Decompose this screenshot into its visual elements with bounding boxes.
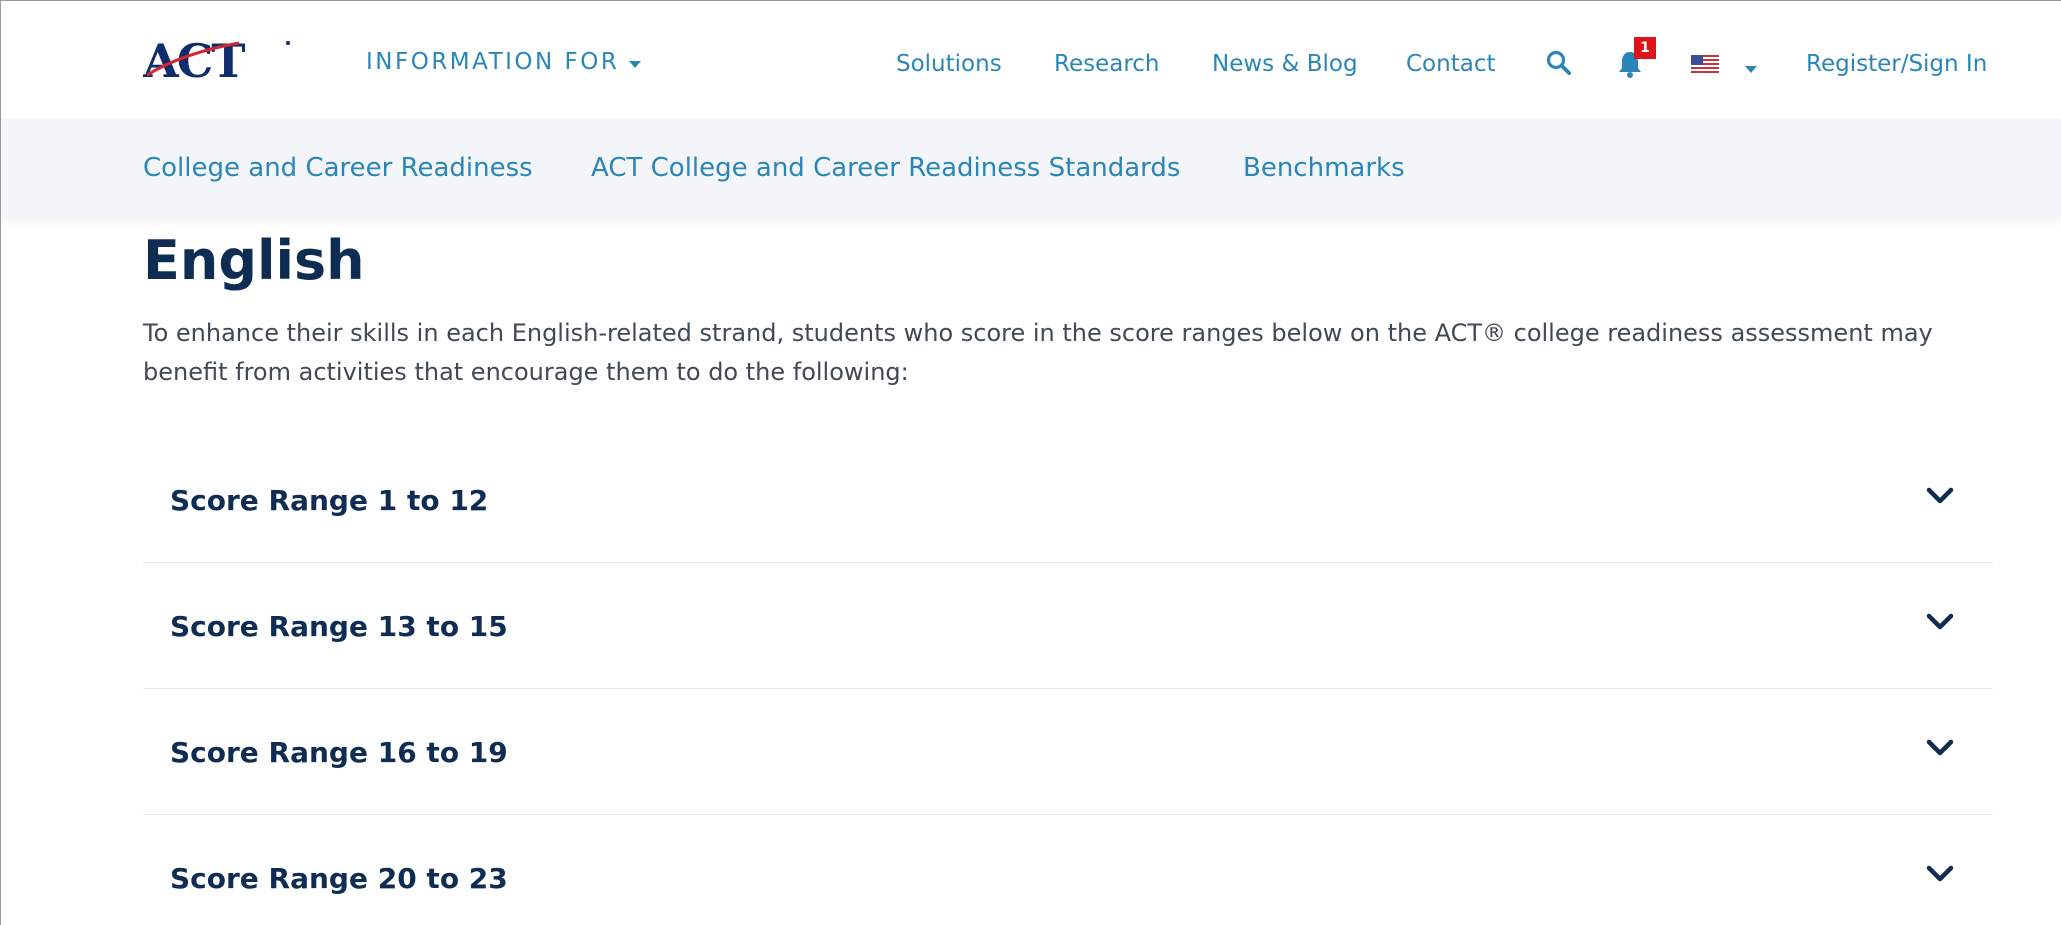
accordion-item-label: Score Range 1 to 12	[170, 484, 489, 517]
locale-chevron-down-icon[interactable]	[1745, 66, 1757, 73]
chevron-down-icon[interactable]	[1925, 737, 1955, 759]
accordion-item-score-range-1-12[interactable]: Score Range 1 to 12	[143, 437, 1993, 563]
chevron-down-icon[interactable]	[1925, 863, 1955, 885]
act-logo[interactable]: ACT	[143, 35, 293, 85]
chevron-down-icon[interactable]	[1925, 485, 1955, 507]
chevron-down-icon[interactable]	[1925, 611, 1955, 633]
accordion-item-score-range-16-19[interactable]: Score Range 16 to 19	[143, 689, 1993, 815]
nav-link-solutions[interactable]: Solutions	[896, 51, 1002, 77]
score-range-accordion: Score Range 1 to 12 Score Range 13 to 15…	[143, 437, 1993, 925]
sub-navigation: College and Career Readiness ACT College…	[1, 119, 2061, 215]
page: ACT INFORMATION FOR Solutions Research N…	[0, 0, 2061, 925]
top-navigation: ACT INFORMATION FOR Solutions Research N…	[1, 1, 2061, 119]
accordion-item-label: Score Range 16 to 19	[170, 736, 508, 769]
intro-paragraph: To enhance their skills in each English-…	[143, 319, 1933, 386]
subnav-link-benchmarks[interactable]: Benchmarks	[1243, 153, 1405, 183]
search-icon[interactable]	[1545, 49, 1573, 77]
information-for-menu[interactable]: INFORMATION FOR	[366, 49, 642, 75]
page-title: English	[143, 229, 365, 292]
accordion-item-score-range-20-23[interactable]: Score Range 20 to 23	[143, 815, 1993, 925]
accordion-item-score-range-13-15[interactable]: Score Range 13 to 15	[143, 563, 1993, 689]
nav-link-research[interactable]: Research	[1054, 51, 1160, 77]
register-sign-in-link[interactable]: Register/Sign In	[1806, 51, 1987, 77]
chevron-down-icon	[629, 60, 642, 68]
subnav-link-readiness-standards[interactable]: ACT College and Career Readiness Standar…	[591, 153, 1180, 183]
svg-text:ACT: ACT	[143, 35, 245, 85]
us-flag-icon[interactable]	[1691, 55, 1719, 73]
accordion-item-label: Score Range 13 to 15	[170, 610, 508, 643]
information-for-label: INFORMATION FOR	[366, 49, 620, 75]
subnav-link-college-career-readiness[interactable]: College and Career Readiness	[143, 153, 533, 183]
notification-count-badge: 1	[1634, 37, 1656, 59]
nav-link-news-blog[interactable]: News & Blog	[1212, 51, 1358, 77]
accordion-item-label: Score Range 20 to 23	[170, 862, 508, 895]
nav-link-contact[interactable]: Contact	[1406, 51, 1495, 77]
